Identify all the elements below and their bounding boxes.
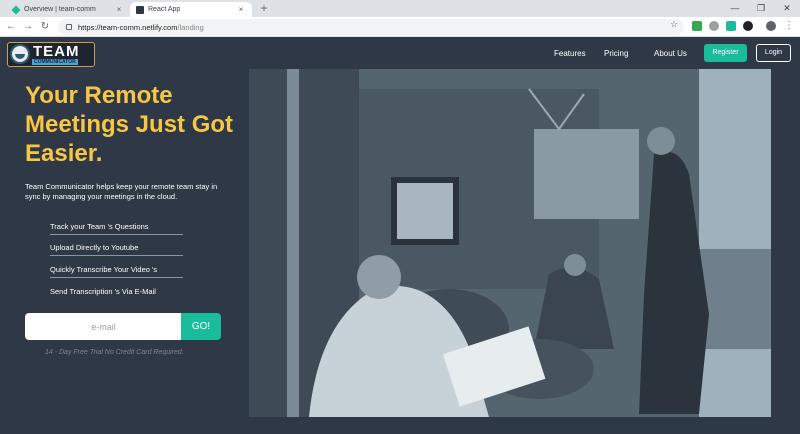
hero-photo (249, 69, 771, 417)
browser-tab-react-app[interactable]: React App × (130, 2, 252, 17)
team-communicator-logo[interactable]: TEAM COMMUNICATOR (7, 42, 95, 67)
landing-page: TEAM COMMUNICATOR Features Pricing About… (0, 37, 800, 434)
browser-tab-strip: Overview | team-comm × React App × + — ❐… (0, 0, 800, 17)
feature-item: Quickly Transcribe Your Video 's (50, 265, 183, 278)
react-favicon-icon (136, 5, 144, 14)
go-button[interactable]: GO! (181, 313, 221, 340)
tab-title: React App (148, 6, 181, 13)
trial-note: 14 - Day Free Trial No Credit Card Requi… (45, 349, 184, 356)
lock-icon (66, 24, 72, 30)
extension-gray-icon[interactable] (709, 21, 719, 31)
tab-title: Overview | team-comm (24, 6, 96, 13)
hero-lead: Team Communicator helps keep your remote… (25, 182, 218, 201)
close-tab-icon[interactable]: × (114, 5, 124, 14)
back-icon[interactable]: ← (4, 20, 18, 34)
feature-item: Track your Team 's Questions (50, 222, 183, 235)
nav-link-features[interactable]: Features (554, 49, 586, 58)
address-bar[interactable]: https://team-comm.netlify.com/landing (58, 19, 684, 35)
reload-icon[interactable]: ↻ (38, 20, 52, 34)
forward-icon[interactable]: → (21, 20, 35, 34)
signup-form: GO! (25, 313, 221, 340)
register-button[interactable]: Register (704, 44, 747, 62)
feature-item: Send Transcription 's Via E-Mail (50, 287, 156, 296)
bookmark-star-icon[interactable]: ☆ (670, 19, 678, 30)
url-host: https://team-comm.netlify.com (78, 22, 178, 32)
browser-menu-icon[interactable]: ⋮ (784, 20, 794, 31)
office-meeting-image (249, 69, 771, 417)
netlify-favicon-icon (11, 4, 21, 15)
top-nav: TEAM COMMUNICATOR Features Pricing About… (0, 37, 800, 71)
logo-emblem-icon (10, 44, 30, 64)
logo-subtitle: COMMUNICATOR (32, 59, 78, 65)
profile-avatar-icon[interactable] (766, 21, 776, 31)
url-text: https://team-comm.netlify.com/landing (78, 23, 204, 32)
browser-tab-overview[interactable]: Overview | team-comm × (6, 2, 130, 17)
feature-item: Upload Directly to Youtube (50, 243, 183, 256)
login-button[interactable]: Login (756, 44, 791, 62)
email-input[interactable] (25, 313, 182, 340)
extension-teal-icon[interactable] (726, 21, 736, 31)
nav-link-about-us[interactable]: About Us (654, 49, 687, 58)
new-tab-icon[interactable]: + (258, 1, 270, 15)
close-window-icon[interactable]: ✕ (774, 0, 800, 17)
hero-headline: Your Remote Meetings Just Got Easier. (25, 82, 234, 167)
close-tab-icon[interactable]: × (236, 5, 246, 14)
minimize-icon[interactable]: — (722, 0, 748, 17)
nav-link-pricing[interactable]: Pricing (604, 49, 628, 58)
extension-green-icon[interactable] (692, 21, 702, 31)
maximize-icon[interactable]: ❐ (748, 0, 774, 17)
browser-toolbar: ← → ↻ https://team-comm.netlify.com/land… (0, 17, 800, 37)
extension-dark-icon[interactable] (743, 21, 753, 31)
url-path: /landing (177, 22, 204, 32)
logo-title: TEAM (33, 43, 80, 60)
